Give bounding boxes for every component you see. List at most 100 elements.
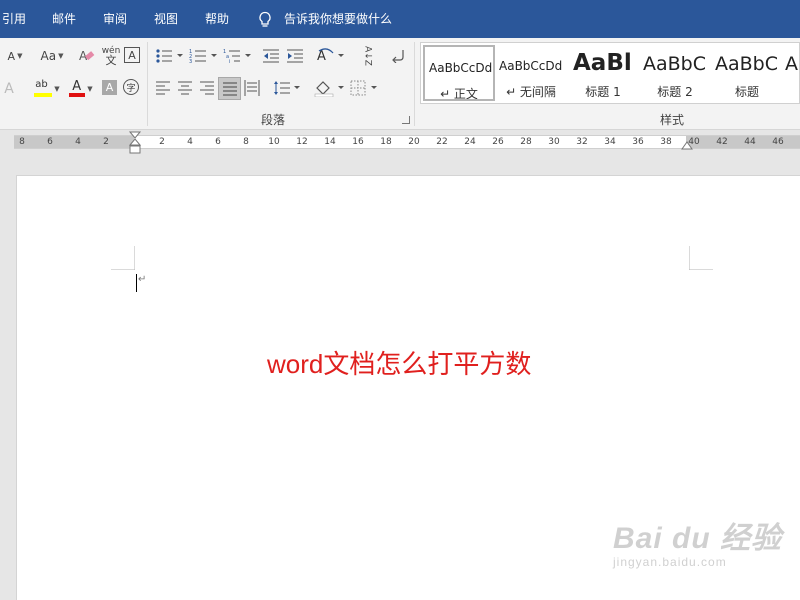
ruler-number: 28 xyxy=(520,137,532,147)
style-sample: AaBbCcDd xyxy=(429,61,493,75)
clear-formatting-icon[interactable]: A xyxy=(78,47,96,65)
ruler-number: 14 xyxy=(324,137,336,147)
svg-text:3: 3 xyxy=(189,59,192,64)
line-spacing-icon[interactable] xyxy=(273,80,301,96)
ruler-number: 24 xyxy=(464,137,476,147)
watermark-logo: Bai du 经验 xyxy=(613,522,783,555)
text-cursor xyxy=(136,274,137,292)
justify-button[interactable] xyxy=(218,77,241,100)
ruler-number: 32 xyxy=(576,137,588,147)
sort-icon[interactable]: A↓Z xyxy=(357,45,377,67)
tab-references[interactable]: 引用 xyxy=(2,0,26,38)
document-page[interactable]: ↵ word文档怎么打平方数 Bai du 经验 jingyan.baidu.c… xyxy=(16,175,800,600)
ruler-number: 8 xyxy=(243,137,249,147)
align-left-icon[interactable] xyxy=(155,81,171,95)
svg-text:i: i xyxy=(229,59,230,64)
style-title[interactable]: AaBbC 标题 xyxy=(711,45,783,101)
styles-group-label: 样式 xyxy=(660,113,685,127)
text-highlight-icon[interactable]: ab ▼ xyxy=(30,78,64,100)
chinese-layout-icon[interactable]: A xyxy=(316,47,346,65)
ruler-number: 12 xyxy=(296,137,308,147)
baidu-watermark: Bai du 经验 jingyan.baidu.com xyxy=(613,513,782,569)
ruler-number: 2 xyxy=(103,137,109,147)
style-name: 标题 1 xyxy=(585,85,621,99)
character-shading-icon[interactable]: A xyxy=(102,80,117,95)
ruler-number: 6 xyxy=(215,137,221,147)
center-icon[interactable] xyxy=(177,81,193,95)
paragraph-group-label: 段落 xyxy=(261,113,286,127)
lightbulb-icon[interactable] xyxy=(257,11,273,29)
show-marks-icon[interactable] xyxy=(392,49,406,63)
ruler-number: 38 xyxy=(660,137,672,147)
group-separator xyxy=(414,42,415,126)
numbering-icon[interactable]: 123 xyxy=(189,48,219,64)
paragraph-mark: ↵ xyxy=(138,274,147,285)
phonetic-guide-icon[interactable]: wén 文 xyxy=(100,43,122,69)
style-sample: AaBl xyxy=(573,50,632,76)
style-sample: AaBbC xyxy=(643,53,707,75)
bullets-icon[interactable] xyxy=(155,48,185,64)
style-sample: AaBbCcDd xyxy=(499,59,563,73)
margin-corner-top-right xyxy=(689,246,713,270)
ruler-number: 4 xyxy=(187,137,193,147)
style-subtitle[interactable]: A xyxy=(783,45,800,101)
ruler-number: 8 xyxy=(19,137,25,147)
ruler-number: 6 xyxy=(47,137,53,147)
style-name: ↵ 正文 xyxy=(440,87,478,101)
justify-icon xyxy=(222,82,237,95)
margin-corner-top-left xyxy=(111,246,135,270)
ruler-number: 22 xyxy=(436,137,448,147)
style-name: 标题 xyxy=(734,85,759,99)
shading-icon[interactable] xyxy=(314,79,346,97)
distributed-icon[interactable] xyxy=(244,80,260,96)
change-case-icon[interactable]: Aa ▼ xyxy=(36,46,68,66)
style-sample: AaBbC xyxy=(715,53,779,75)
tell-me-search[interactable]: 告诉我你想要做什么 xyxy=(284,0,392,38)
paragraph-dialog-launcher[interactable] xyxy=(402,116,410,124)
group-separator xyxy=(147,42,148,126)
indent-marker-icon[interactable] xyxy=(129,131,141,155)
tab-view[interactable]: 视图 xyxy=(154,0,178,38)
ruler-number: 44 xyxy=(744,137,756,147)
ruler-number: 20 xyxy=(408,137,420,147)
ruler-number: 4 xyxy=(75,137,81,147)
ribbon: A▼ Aa▼ A wén 文 A A ab ▼ A ▼ A 字 123 1 xyxy=(0,38,800,130)
ruler-number: 42 xyxy=(716,137,728,147)
ruler-number: 2 xyxy=(159,137,165,147)
horizontal-ruler[interactable]: 8 6 4 2 2 4 6 8 10 12 14 16 18 20 22 24 26 28 30 32 34 36 38 40… xyxy=(0,131,800,155)
style-name: ↵ 无间隔 xyxy=(506,85,556,99)
tab-help[interactable]: 帮助 xyxy=(205,0,229,38)
enclose-characters-icon[interactable]: 字 xyxy=(123,79,139,95)
right-indent-marker-icon[interactable] xyxy=(681,140,693,150)
ruler-number: 30 xyxy=(548,137,560,147)
align-right-icon[interactable] xyxy=(199,81,215,95)
ruler-number: 26 xyxy=(492,137,504,147)
text-effects-icon[interactable]: A xyxy=(0,79,18,99)
style-normal[interactable]: AaBbCcDd ↵ 正文 xyxy=(423,45,495,101)
ruler-left-margin xyxy=(14,136,134,148)
ruler-number: 16 xyxy=(352,137,364,147)
ribbon-tab-bar: 引用 邮件 审阅 视图 帮助 告诉我你想要做什么 xyxy=(0,0,800,38)
multilevel-list-icon[interactable]: 1ai xyxy=(223,48,253,64)
style-heading-1[interactable]: AaBl 标题 1 xyxy=(567,45,639,101)
font-size-decrease-icon[interactable]: A ▼ xyxy=(2,46,28,66)
borders-icon[interactable] xyxy=(350,80,380,96)
ruler-number: 18 xyxy=(380,137,392,147)
style-name: 标题 2 xyxy=(657,85,693,99)
tab-mailings[interactable]: 邮件 xyxy=(52,0,76,38)
ruler-number: 46 xyxy=(772,137,784,147)
watermark-url: jingyan.baidu.com xyxy=(613,555,727,569)
ruler-number: 36 xyxy=(632,137,644,147)
style-no-spacing[interactable]: AaBbCcDd ↵ 无间隔 xyxy=(495,45,567,101)
increase-indent-icon[interactable] xyxy=(286,48,304,64)
svg-text:A: A xyxy=(317,49,326,64)
style-sample: A xyxy=(785,53,798,75)
decrease-indent-icon[interactable] xyxy=(262,48,280,64)
ruler-number: 34 xyxy=(604,137,616,147)
tab-review[interactable]: 审阅 xyxy=(103,0,127,38)
font-color-icon[interactable]: A ▼ xyxy=(66,78,96,100)
style-heading-2[interactable]: AaBbC 标题 2 xyxy=(639,45,711,101)
document-text[interactable]: word文档怎么打平方数 xyxy=(267,344,531,381)
character-border-icon[interactable]: A xyxy=(124,47,140,63)
ruler-number: 10 xyxy=(268,137,280,147)
